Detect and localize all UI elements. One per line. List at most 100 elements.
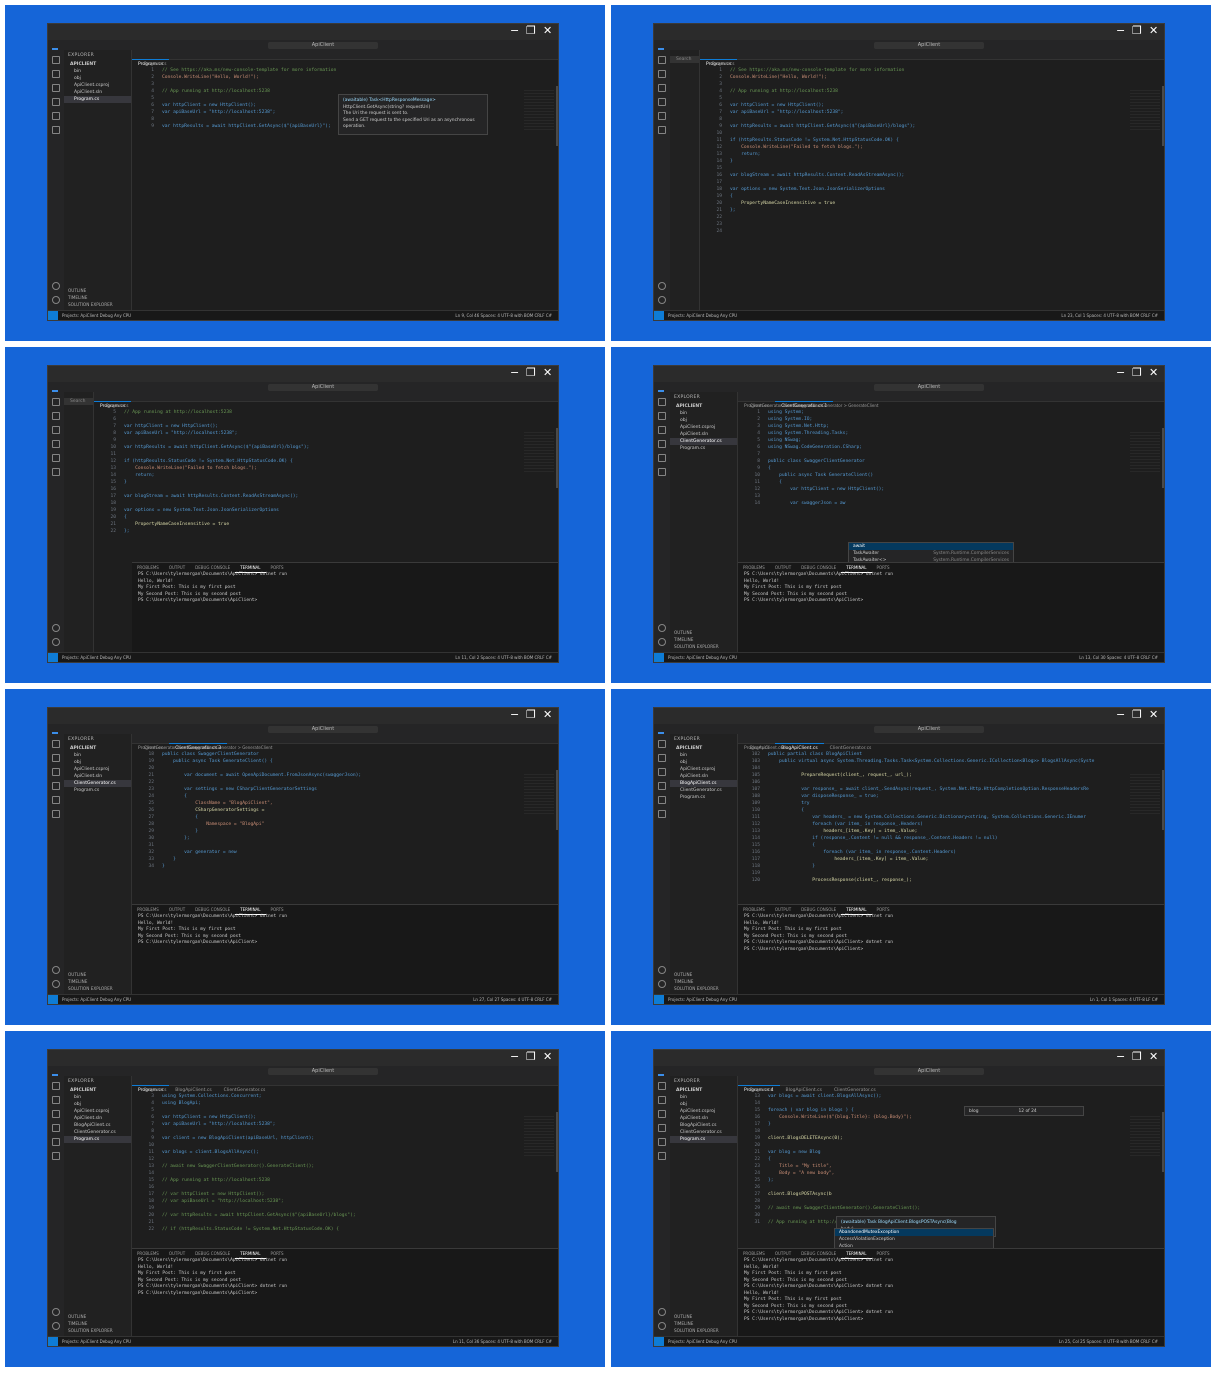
code-line[interactable]: 24 { [136, 793, 558, 800]
code-line[interactable]: 18 // var apiBaseUrl = "http://localhost:… [136, 1198, 558, 1205]
section-outline[interactable]: OUTLINE [64, 1313, 131, 1320]
file-tree-item[interactable]: ApiClient.sln [670, 431, 737, 438]
testing-icon[interactable] [52, 1152, 60, 1160]
breadcrumb[interactable]: Program.cs [94, 402, 558, 409]
code-line[interactable]: 1 // See https://aka.ms/new-console-templ… [136, 67, 558, 74]
panel-tab-problems[interactable]: PROBLEMS [132, 905, 164, 914]
code-line[interactable]: 14 [136, 1170, 558, 1177]
code-line[interactable]: 2 using System.IO; [742, 416, 1164, 423]
remote-indicator[interactable] [48, 1337, 58, 1346]
code-line[interactable]: 16 Console.WriteLine($"{blog.Title}: {bl… [742, 1114, 1164, 1121]
code-line[interactable]: 11 { [742, 479, 1164, 486]
code-line[interactable]: 9{ [742, 465, 1164, 472]
command-center-search[interactable]: ApiClient [874, 384, 984, 391]
editor-scrollbar[interactable] [1162, 428, 1164, 488]
command-center-search[interactable]: ApiClient [268, 42, 378, 49]
restore-button[interactable]: ❐ [1132, 367, 1142, 379]
code-line[interactable]: 118 } [742, 863, 1164, 870]
restore-button[interactable]: ❐ [1132, 25, 1142, 37]
file-tree-item[interactable]: bin [64, 68, 131, 75]
file-tree-item[interactable]: Program.cs [64, 96, 131, 103]
code-line[interactable]: 6 using NSwag.CodeGeneration.CSharp; [742, 444, 1164, 451]
editor-scrollbar[interactable] [556, 428, 558, 488]
code-line[interactable]: 12 var httpClient = new HttpClient(); [742, 486, 1164, 493]
file-tree-item[interactable]: ApiClient.csproj [670, 1108, 737, 1115]
editor-scrollbar[interactable] [1162, 1112, 1164, 1172]
code-line[interactable]: 23 [704, 221, 1164, 228]
code-line[interactable]: 25}; [742, 1177, 1164, 1184]
editor-scrollbar[interactable] [1162, 770, 1164, 830]
file-tree-item[interactable]: obj [670, 417, 737, 424]
code-line[interactable]: 6 [98, 416, 558, 423]
code-line[interactable]: 17 [704, 179, 1164, 186]
code-line[interactable]: 22}; [98, 528, 558, 535]
section-timeline[interactable]: TIMELINE [64, 1320, 131, 1327]
extensions-icon[interactable] [658, 112, 666, 120]
testing-icon[interactable] [658, 126, 666, 134]
code-line[interactable]: 27 { [136, 814, 558, 821]
close-button[interactable]: ✕ [1149, 709, 1158, 721]
code-line[interactable]: 102 public partial class BlogApiClient [742, 751, 1164, 758]
status-right[interactable]: Ln 27, Col 27 Spaces: 4 UTF-8 CRLF C# [473, 995, 552, 1004]
code-line[interactable]: 13 Console.WriteLine("Failed to fetch bl… [98, 465, 558, 472]
close-button[interactable]: ✕ [1149, 367, 1158, 379]
file-tree-item[interactable]: ApiClient.sln [64, 1115, 131, 1122]
file-tree-item[interactable]: ClientGenerator.cs [64, 780, 131, 787]
panel-tab-problems[interactable]: PROBLEMS [132, 1249, 164, 1258]
code-line[interactable]: 7 var apiBaseUrl = "http://localhost:5238… [704, 109, 1164, 116]
run-debug-icon[interactable] [52, 98, 60, 106]
code-line[interactable]: 15} [98, 479, 558, 486]
code-line[interactable]: 26 CSharpGeneratorSettings = [136, 807, 558, 814]
run-debug-icon[interactable] [52, 1124, 60, 1132]
suggestion-item[interactable]: await [849, 543, 1013, 550]
project-root[interactable]: APICLIENT [64, 61, 131, 68]
close-button[interactable]: ✕ [1149, 1051, 1158, 1063]
section-timeline[interactable]: TIMELINE [64, 978, 131, 985]
run-debug-icon[interactable] [658, 1124, 666, 1132]
code-line[interactable]: 3 using System.Net.Http; [742, 423, 1164, 430]
code-line[interactable]: 21 PropertyNameCaseInsensitive = true [98, 521, 558, 528]
file-tree-item[interactable]: Program.cs [670, 794, 737, 801]
code-line[interactable]: 112 foreach (var item_ in response_.Head… [742, 821, 1164, 828]
file-tree-item[interactable]: bin [64, 1094, 131, 1101]
extensions-icon[interactable] [52, 112, 60, 120]
code-line[interactable]: 15 // App running at http://localhost:523… [136, 1177, 558, 1184]
restore-button[interactable]: ❐ [526, 367, 536, 379]
code-line[interactable]: 108 var disposeResponse_ = true; [742, 793, 1164, 800]
source-control-icon[interactable] [52, 426, 60, 434]
code-line[interactable]: 20 { [98, 514, 558, 521]
section-solution-explorer[interactable]: SOLUTION EXPLORER [670, 985, 737, 992]
panel-tab-problems[interactable]: PROBLEMS [738, 1249, 770, 1258]
remote-indicator[interactable] [654, 653, 664, 662]
run-debug-icon[interactable] [52, 782, 60, 790]
code-line[interactable]: 13 [742, 493, 1164, 500]
file-tree-item[interactable]: ClientGenerator.cs [670, 1129, 737, 1136]
code-line[interactable]: 8 var apiBaseUrl = "http://localhost:5238… [98, 430, 558, 437]
code-line[interactable]: 12 Console.WriteLine("Failed to fetch bl… [704, 144, 1164, 151]
code-line[interactable]: 8 public class SwaggerClientGenerator [742, 458, 1164, 465]
code-line[interactable]: 29 } [136, 828, 558, 835]
section-timeline[interactable]: TIMELINE [670, 636, 737, 643]
gear-icon[interactable] [52, 980, 60, 988]
minimize-button[interactable]: − [1116, 367, 1125, 379]
code-line[interactable]: 107 var response_ = await client_.SendAs… [742, 786, 1164, 793]
code-line[interactable]: 11 var blogs = client.BlogsAllAsync(); [136, 1149, 558, 1156]
run-debug-icon[interactable] [658, 440, 666, 448]
code-line[interactable]: 103 public virtual async System.Threadin… [742, 758, 1164, 765]
code-line[interactable]: 117 headers_[item_.Key] = item_.Value; [742, 856, 1164, 863]
remote-indicator[interactable] [654, 311, 664, 320]
panel-tab-debug-console[interactable]: DEBUG CONSOLE [796, 905, 841, 914]
code-line[interactable]: 24 [704, 228, 1164, 235]
code-line[interactable]: 20 [136, 765, 558, 772]
code-line[interactable]: 120 ProcessResponse(client_, response_); [742, 877, 1164, 884]
file-tree-item[interactable]: bin [64, 752, 131, 759]
minimap[interactable] [1130, 1116, 1160, 1156]
code-line[interactable]: 21 [136, 1219, 558, 1226]
code-line[interactable]: 115 { [742, 842, 1164, 849]
status-right[interactable]: Ln 9, Col 46 Spaces: 4 UTF-8 with BOM CR… [455, 311, 552, 320]
code-line[interactable]: 119 [742, 870, 1164, 877]
search-icon[interactable] [658, 1096, 666, 1104]
explorer-icon[interactable] [658, 1082, 666, 1090]
file-tree-item[interactable]: ApiClient.csproj [670, 424, 737, 431]
explorer-icon[interactable] [52, 398, 60, 406]
